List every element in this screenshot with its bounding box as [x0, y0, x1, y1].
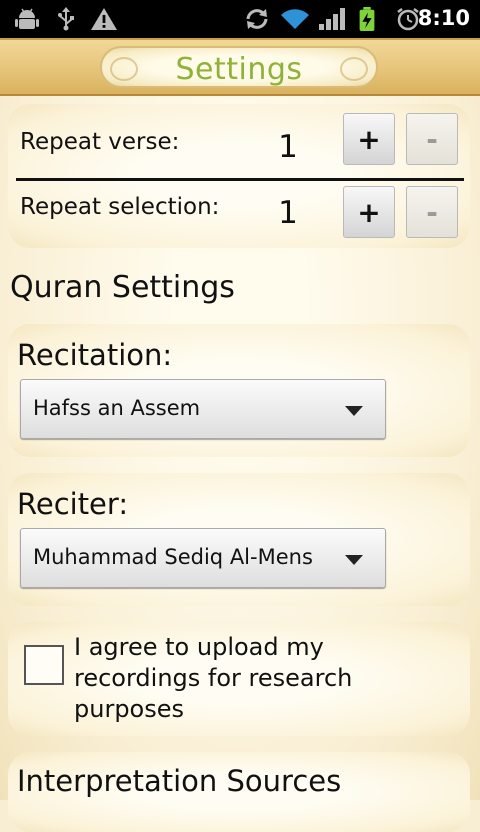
interpretation-sources-heading: Interpretation Sources [17, 764, 342, 798]
reciter-card: Reciter: Muhammad Sediq Al-Menshawi [8, 473, 470, 606]
page-title: Settings [175, 52, 303, 87]
sync-icon [246, 9, 268, 29]
reciter-dropdown[interactable]: Muhammad Sediq Al-Menshawi [20, 528, 386, 588]
quran-settings-heading: Quran Settings [10, 270, 235, 305]
signal-icon [319, 8, 345, 30]
recitation-selected-value: Hafss an Assem [33, 396, 201, 420]
usb-icon [58, 7, 74, 31]
recitation-card: Recitation: Hafss an Assem [8, 324, 470, 457]
status-time: 8:10 [417, 6, 470, 30]
recitation-label: Recitation: [17, 338, 173, 372]
repeat-verse-minus-button[interactable]: - [406, 113, 458, 165]
repeat-selection-minus-button[interactable]: - [406, 186, 458, 238]
recitation-dropdown[interactable]: Hafss an Assem [20, 379, 386, 439]
warning-icon [91, 8, 117, 30]
reciter-label: Reciter: [17, 487, 129, 521]
repeat-verse-label: Repeat verse: [20, 129, 180, 155]
upload-consent-checkbox[interactable] [24, 645, 64, 685]
upload-consent-text: I agree to upload my recordings for rese… [74, 633, 353, 723]
divider [16, 178, 464, 181]
repeat-verse-value: 1 [278, 129, 298, 165]
interpretation-card: Interpretation Sources [8, 752, 470, 832]
alarm-icon [397, 8, 419, 31]
status-bar: 8:10 [0, 0, 480, 38]
repeat-selection-label: Repeat selection: [20, 194, 220, 220]
android-debug-icon [15, 8, 39, 29]
wifi-icon [281, 9, 309, 29]
repeat-card: Repeat verse: 1 + - Repeat selection: 1 … [8, 104, 470, 248]
dropdown-arrow-icon [345, 555, 363, 565]
repeat-selection-plus-button[interactable]: + [343, 186, 395, 238]
upload-consent-card: I agree to upload my recordings for rese… [8, 622, 470, 736]
battery-charging-icon [359, 7, 375, 31]
title-plaque: Settings [100, 46, 378, 88]
dropdown-arrow-icon [345, 406, 363, 416]
reciter-selected-value: Muhammad Sediq Al-Menshawi [33, 545, 313, 569]
repeat-selection-value: 1 [278, 195, 298, 231]
settings-page: Repeat verse: 1 + - Repeat selection: 1 … [0, 96, 480, 832]
repeat-verse-plus-button[interactable]: + [343, 113, 395, 165]
title-bar: Settings [0, 38, 480, 96]
